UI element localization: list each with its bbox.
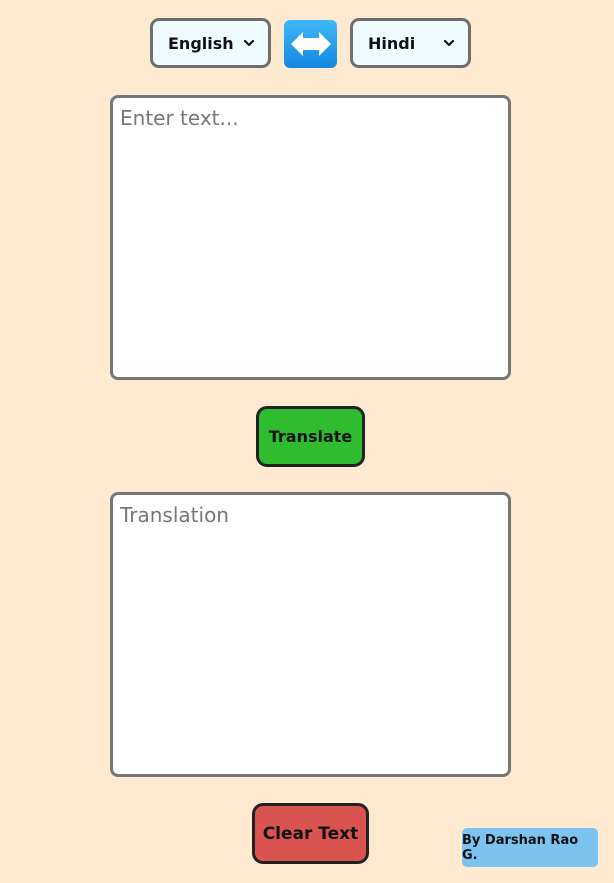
translation-placeholder: Translation: [120, 503, 229, 527]
source-text-placeholder: Enter text...: [120, 106, 239, 130]
translate-button[interactable]: Translate: [256, 406, 365, 467]
source-language-value: English: [168, 33, 234, 53]
left-right-arrow-icon: [290, 32, 331, 56]
translation-output[interactable]: Translation: [110, 492, 511, 777]
clear-text-button[interactable]: Clear Text: [252, 803, 369, 864]
swap-languages-button[interactable]: [284, 20, 337, 68]
author-credit-badge: By Darshan Rao G.: [462, 828, 598, 867]
translate-button-label: Translate: [268, 427, 353, 446]
source-text-input[interactable]: Enter text...: [110, 95, 511, 380]
clear-text-button-label: Clear Text: [262, 823, 359, 844]
author-credit-text: By Darshan Rao G.: [462, 832, 579, 863]
chevron-down-icon: [243, 39, 255, 47]
target-language-select[interactable]: Hindi: [350, 18, 471, 68]
target-language-value: Hindi: [368, 33, 416, 53]
source-language-select[interactable]: English: [150, 18, 271, 68]
chevron-down-icon: [443, 39, 455, 47]
